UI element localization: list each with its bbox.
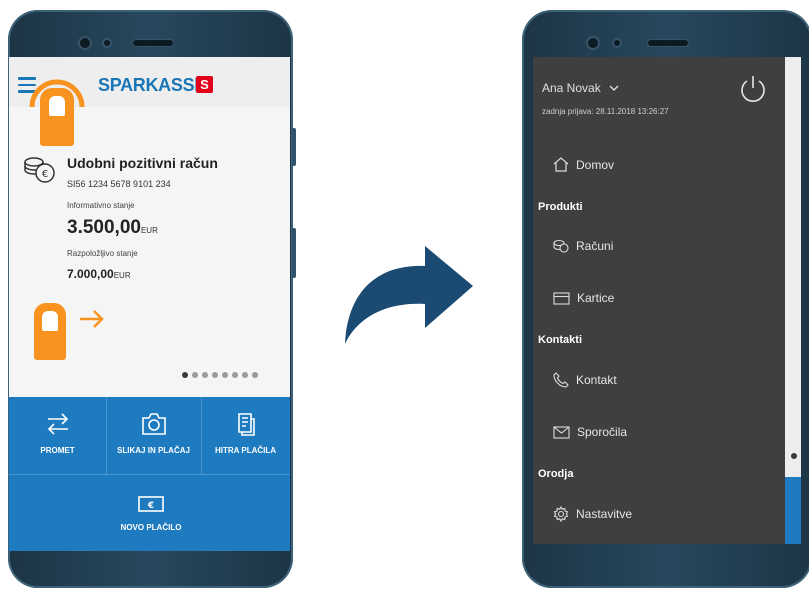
front-camera <box>80 38 90 48</box>
swipe-right-gesture-icon <box>34 303 114 363</box>
last-login: zadnja prijava: 28.11.2018 13:26:27 <box>542 107 669 116</box>
volume-button <box>292 128 296 166</box>
user-menu[interactable]: Ana Novak <box>542 81 619 95</box>
coins-icon <box>553 239 569 253</box>
carousel-dot[interactable] <box>202 372 208 378</box>
user-name: Ana Novak <box>542 81 601 95</box>
menu-item-label: Računi <box>576 238 614 253</box>
svg-text:€: € <box>42 169 48 180</box>
section-orodja: Orodja <box>538 468 574 480</box>
banknote-icon: € <box>138 496 164 512</box>
menu-item-racuni[interactable]: Računi <box>553 238 613 253</box>
sparkasse-logo-mark: S <box>196 76 213 93</box>
menu-item-kartice[interactable]: Kartice <box>553 291 614 305</box>
menu-item-sporocila[interactable]: Sporočila <box>553 425 627 439</box>
menu-item-label: Domov <box>576 157 615 172</box>
available-balance-label: Razpoložljivo stanje <box>67 249 138 258</box>
quick-actions-panel: PROMET SLIKAJ IN PLAČAJ HITRA PLAČILA € … <box>9 397 290 551</box>
front-camera <box>588 38 598 48</box>
home-icon <box>553 157 569 172</box>
left-phone-screen: SPARKASSE S € Udobni pozitivni račun SI5… <box>9 57 290 551</box>
menu-item-label: Kartice <box>577 291 615 305</box>
action-label: PROMET <box>40 446 75 455</box>
menu-item-nastavitve[interactable]: Nastavitve <box>553 506 632 522</box>
informative-currency: EUR <box>140 226 158 235</box>
informative-balance-label: Informativno stanje <box>67 201 135 210</box>
underlying-app-edge <box>785 57 801 544</box>
tap-gesture-icon <box>24 69 90 149</box>
available-balance: 7.000,00EUR <box>67 267 131 281</box>
transition-arrow-icon <box>343 246 473 351</box>
carousel-dot[interactable] <box>252 372 258 378</box>
menu-item-label: Kontakt <box>576 373 617 387</box>
earpiece-speaker <box>648 40 688 46</box>
document-icon <box>237 413 255 436</box>
action-promet[interactable]: PROMET <box>9 412 106 455</box>
account-iban: SI56 1234 5678 9101 234 <box>67 179 171 189</box>
earpiece-speaker <box>133 40 173 46</box>
available-currency: EUR <box>113 271 131 280</box>
informative-balance: 3.500,00EUR <box>67 217 158 239</box>
camera-icon <box>141 413 166 435</box>
section-produkti: Produkti <box>538 201 583 213</box>
carousel-dot[interactable] <box>242 372 248 378</box>
navigation-drawer: Ana Novak zadnja prijava: 28.11.2018 13:… <box>533 57 801 544</box>
action-label: NOVO PLAČILO <box>120 523 182 532</box>
section-kontakti: Kontakti <box>538 334 582 346</box>
menu-item-label: Nastavitve <box>576 507 633 521</box>
logout-power-icon[interactable] <box>739 74 767 109</box>
carousel-dot[interactable] <box>222 372 228 378</box>
action-slikaj-in-placaj[interactable]: SLIKAJ IN PLAČAJ <box>106 412 201 455</box>
transfer-arrows-icon <box>47 413 68 435</box>
chevron-down-icon <box>609 85 619 91</box>
action-novo-placilo[interactable]: € NOVO PLAČILO <box>101 495 201 532</box>
available-amount: 7.000,00 <box>67 267 114 281</box>
sparkasse-logo: SPARKASSE <box>98 75 206 95</box>
credit-card-icon <box>553 291 570 305</box>
carousel-dot[interactable] <box>212 372 218 378</box>
carousel-dot[interactable] <box>192 372 198 378</box>
menu-item-domov[interactable]: Domov <box>553 157 614 172</box>
menu-item-label: Sporočila <box>577 425 628 439</box>
svg-text:€: € <box>147 501 154 511</box>
gear-icon <box>553 506 569 522</box>
account-name: Udobni pozitivni račun <box>67 155 218 171</box>
coins-icon: € <box>23 154 57 189</box>
action-label: HITRA PLAČILA <box>214 446 277 455</box>
sensor <box>104 40 110 46</box>
action-label: SLIKAJ IN PLAČAJ <box>117 446 190 455</box>
action-hitra-placila[interactable]: HITRA PLAČILA <box>201 412 290 455</box>
carousel-pagination[interactable] <box>182 372 258 378</box>
menu-item-kontakt[interactable]: Kontakt <box>553 372 617 388</box>
envelope-icon <box>553 425 570 439</box>
carousel-dot[interactable] <box>232 372 238 378</box>
power-button <box>292 228 296 278</box>
sensor <box>614 40 620 46</box>
phone-icon <box>553 372 569 388</box>
carousel-dot[interactable] <box>182 372 188 378</box>
informative-amount: 3.500,00 <box>67 217 141 238</box>
